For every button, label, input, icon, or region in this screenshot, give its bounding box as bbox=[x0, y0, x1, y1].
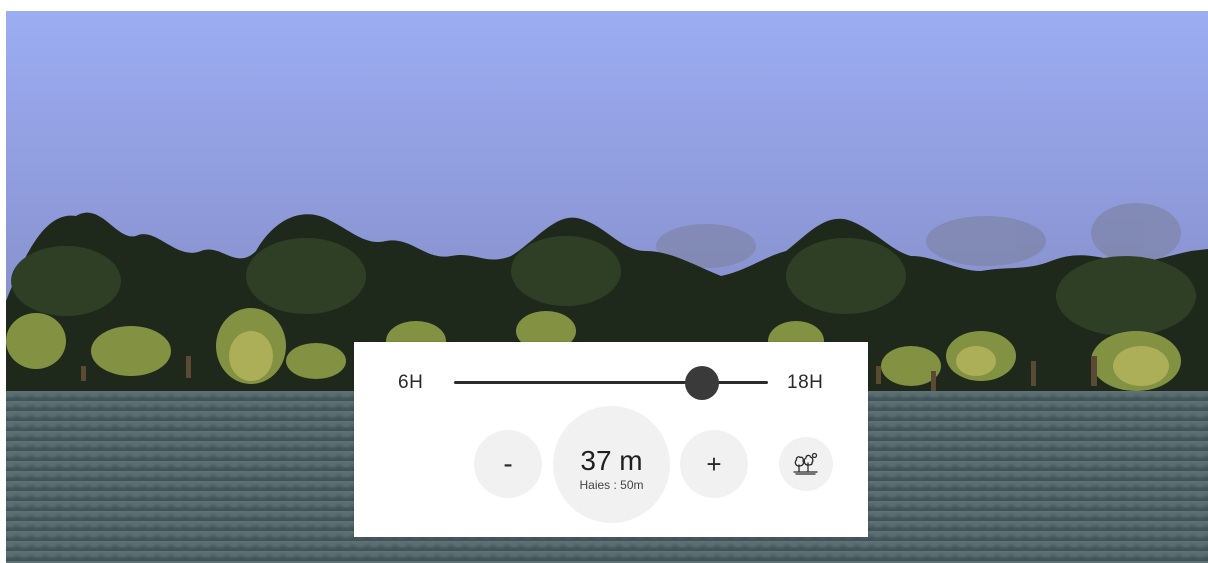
time-start-label: 6H bbox=[398, 372, 424, 393]
hedge-control-panel: 6H 18H - 37 m Haies : 50m + bbox=[354, 342, 868, 537]
slider-track[interactable] bbox=[454, 381, 768, 384]
slider-thumb[interactable] bbox=[685, 366, 720, 400]
hedge-length-label: Haies : 50m bbox=[579, 478, 644, 492]
trees-icon bbox=[793, 452, 818, 475]
trees-toggle-button[interactable] bbox=[779, 437, 833, 491]
distance-value: 37 m bbox=[580, 445, 643, 476]
decrease-distance-button[interactable]: - bbox=[474, 430, 542, 498]
time-end-label: 18H bbox=[787, 372, 824, 393]
distance-display: 37 m Haies : 50m bbox=[553, 406, 670, 523]
increase-distance-button[interactable]: + bbox=[680, 430, 748, 498]
